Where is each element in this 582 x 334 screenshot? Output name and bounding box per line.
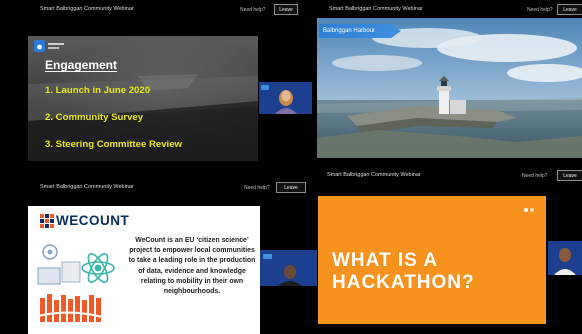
participant-avatar: [548, 241, 582, 275]
window-title: Smart Balbriggan Community Webinar: [40, 6, 134, 12]
wecount-logo: WECOUNT: [56, 213, 130, 228]
leave-button[interactable]: Leave: [274, 4, 298, 15]
engagement-item: 3. Steering Committee Review: [45, 139, 183, 150]
help-link[interactable]: Need help?: [244, 185, 270, 191]
hackathon-heading-line2: HACKATHON?: [332, 272, 475, 293]
harbour-3d-model-view[interactable]: [317, 18, 582, 158]
help-link[interactable]: Need help?: [527, 7, 553, 13]
leave-button[interactable]: Leave: [276, 182, 306, 193]
heading-underline: [45, 71, 117, 72]
engagement-item: 1. Launch in June 2020: [45, 85, 151, 96]
window-title: Smart Balbriggan Community Webinar: [327, 172, 421, 178]
smart-balbriggan-logo-icon: [34, 40, 45, 52]
leave-button[interactable]: Leave: [557, 170, 582, 181]
window-title: Smart Balbriggan Community Webinar: [329, 6, 423, 12]
slide-dot-icon: [530, 208, 534, 212]
participant-avatar: [259, 82, 312, 114]
window-top-bar: Smart Balbriggan Community Webinar Need …: [0, 0, 317, 18]
slide-heading: Engagement: [45, 58, 118, 72]
slide-dot-icon: [524, 208, 528, 212]
logo-wordmark-line: [48, 43, 64, 45]
participant-video-thumbnail[interactable]: [259, 82, 312, 114]
hackathon-slide: WHAT IS A HACKATHON?: [318, 196, 546, 324]
webinar-window-top-right: Smart Balbriggan Community Webinar Need …: [317, 0, 582, 166]
help-link[interactable]: Need help?: [522, 173, 548, 179]
leave-button[interactable]: Leave: [557, 4, 582, 15]
participant-avatar: [260, 250, 317, 286]
webinar-window-top-left: Smart Balbriggan Community Webinar Need …: [0, 0, 317, 175]
wecount-logo-grid-icon: [40, 214, 54, 228]
citizen-science-illustration: [37, 244, 115, 322]
window-top-bar: Smart Balbriggan Community Webinar Need …: [317, 0, 582, 18]
help-link[interactable]: Need help?: [240, 7, 266, 13]
window-top-bar: Smart Balbriggan Community Webinar Need …: [0, 178, 317, 196]
window-top-bar: Smart Balbriggan Community Webinar Need …: [317, 166, 582, 184]
logo-wordmark-line: [48, 47, 59, 49]
engagement-slide: Engagement 1. Launch in June 2020 2. Com…: [28, 36, 258, 161]
wecount-slide: WECOUNT WeCount is an EU ‘citizen scienc…: [28, 206, 260, 334]
location-label: Balbriggan Harbour: [319, 24, 401, 38]
window-title: Smart Balbriggan Community Webinar: [40, 184, 134, 190]
wecount-description: WeCount is an EU ‘citizen science’ proje…: [128, 237, 256, 296]
participant-video-thumbnail[interactable]: [260, 250, 317, 286]
participant-video-thumbnail[interactable]: [548, 241, 582, 275]
hackathon-heading-line1: WHAT IS A: [332, 250, 439, 271]
engagement-item: 2. Community Survey: [45, 112, 144, 123]
